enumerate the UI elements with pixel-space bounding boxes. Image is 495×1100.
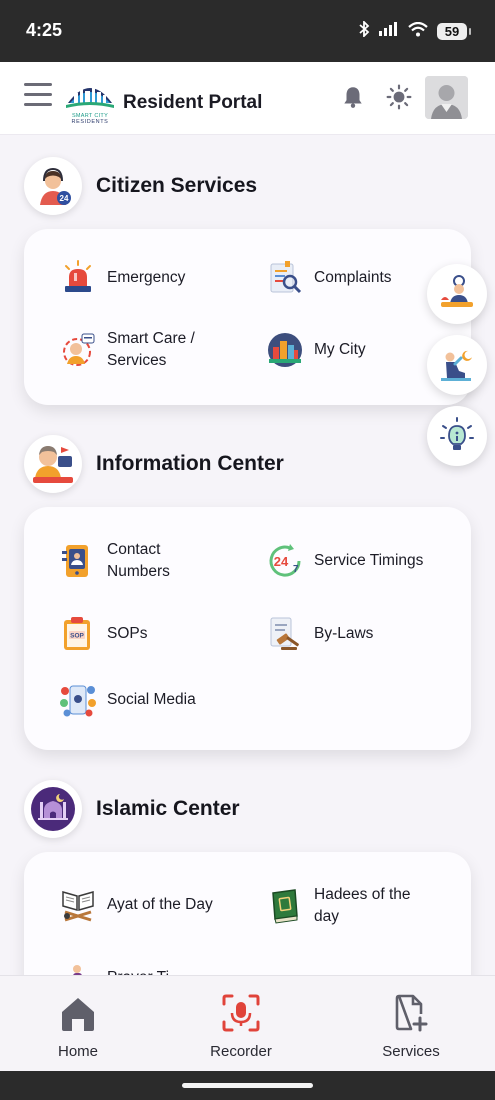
info-item-sops[interactable]: SOP SOPs (58, 614, 147, 654)
chef-icon (441, 275, 473, 307)
svg-text:7: 7 (293, 564, 299, 575)
service-item-my-city[interactable]: My City (265, 330, 366, 370)
service-item-label: Emergency (107, 269, 186, 286)
info-item-contact-numbers[interactable]: Contact Numbers (58, 539, 217, 583)
section-title: Citizen Services (96, 174, 258, 197)
svg-text:24: 24 (274, 554, 289, 569)
islamic-item-label: Ayat of the Day (107, 896, 213, 913)
status-time: 4:25 (26, 20, 63, 40)
islamic-center-header: Islamic Center (24, 780, 240, 838)
complaint-report-icon (265, 258, 305, 298)
phone-book-icon (58, 541, 98, 581)
info-item-label: Service Timings (314, 552, 424, 569)
section-title: Information Center (96, 452, 284, 475)
info-item-label: By-Laws (314, 625, 374, 642)
nav-home[interactable]: Home (18, 994, 138, 1060)
page-title: Resident Portal (123, 92, 263, 113)
information-center-header: Information Center (24, 435, 284, 493)
nav-label: Services (382, 1043, 440, 1060)
ideas-fab[interactable] (427, 406, 487, 466)
prayer-person-icon (441, 350, 472, 381)
logo-text-line2: RESIDENTS (71, 119, 109, 125)
theme-sun-icon[interactable] (386, 84, 412, 110)
service-item-emergency[interactable]: Emergency (58, 258, 185, 298)
home-icon (62, 998, 94, 1031)
customer-care-icon (58, 330, 98, 370)
info-item-service-timings[interactable]: 24 7 Service Timings (265, 541, 423, 581)
service-item-label: Complaints (314, 269, 392, 286)
microphone-icon (222, 994, 260, 1032)
nav-label: Recorder (210, 1043, 272, 1060)
status-icons: 59 (358, 19, 471, 41)
sop-clipboard-icon: SOP (58, 614, 98, 654)
information-center-card: Contact Numbers 24 7 Service Timings SOP … (24, 507, 471, 750)
prayer-fab[interactable] (427, 335, 487, 395)
nav-recorder[interactable]: Recorder (181, 994, 301, 1060)
app-header: SMART CITY RESIDENTS Resident Portal (0, 62, 495, 135)
quran-stand-icon (58, 885, 98, 925)
gavel-document-icon (265, 614, 305, 654)
svg-text:24: 24 (60, 194, 69, 203)
siren-icon (58, 258, 98, 298)
bottom-nav: Home Recorder Services (0, 975, 495, 1072)
menu-icon[interactable] (24, 83, 52, 109)
nav-services[interactable]: Services (351, 994, 471, 1060)
support-agent-icon: 24 (24, 157, 82, 215)
status-bar: 4:25 59 (0, 0, 495, 62)
info-item-label: Social Media (107, 691, 196, 708)
lightbulb-icon (440, 417, 474, 450)
info-desk-icon (24, 435, 82, 493)
mosque-icon (24, 780, 82, 838)
islamic-item-label: Hadees of the day (314, 886, 411, 925)
wifi-icon (408, 21, 428, 41)
battery-indicator: 59 (437, 22, 471, 40)
service-item-label: Smart Care / Services (107, 330, 195, 369)
citizen-services-card: Emergency Complaints Smart Care / Servic… (24, 229, 471, 405)
document-add-icon (395, 994, 428, 1032)
service-item-label: My City (314, 341, 366, 358)
app-logo: SMART CITY RESIDENTS (64, 79, 116, 127)
info-item-label: SOPs (107, 625, 148, 642)
service-item-complaints[interactable]: Complaints (265, 258, 392, 298)
avatar[interactable] (425, 76, 468, 119)
chef-fab[interactable] (427, 264, 487, 324)
city-icon (265, 330, 305, 370)
social-media-icon (58, 680, 98, 720)
nav-label: Home (57, 1043, 98, 1060)
24-7-icon: 24 7 (265, 541, 305, 581)
citizen-services-header: 24 Citizen Services (24, 157, 257, 215)
info-item-social-media[interactable]: Social Media (58, 680, 196, 720)
signal-icon (379, 22, 399, 40)
home-indicator (0, 1071, 495, 1100)
svg-text:SOP: SOP (70, 633, 84, 640)
islamic-item-hadees-of-the-day[interactable]: Hadees of the day (265, 884, 424, 928)
info-item-by-laws[interactable]: By-Laws (265, 614, 373, 654)
section-title: Islamic Center (96, 797, 240, 820)
book-icon (265, 886, 305, 926)
service-item-smart-care[interactable]: Smart Care / Services (58, 328, 217, 372)
logo-skyline-icon (66, 88, 114, 108)
bell-icon[interactable] (340, 84, 366, 110)
bluetooth-icon (358, 19, 370, 41)
info-item-label: Contact Numbers (107, 541, 170, 580)
islamic-item-ayat-of-the-day[interactable]: Ayat of the Day (58, 885, 213, 925)
